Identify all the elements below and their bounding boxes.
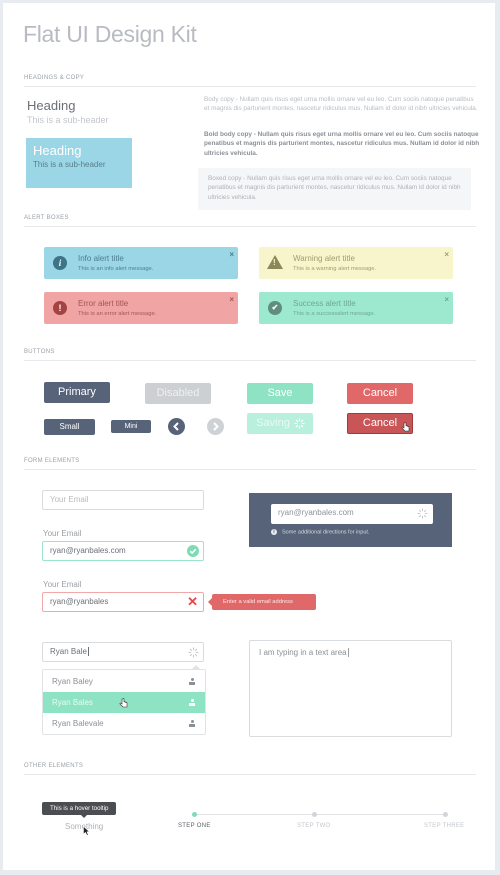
hover-tooltip: This is a hover tooltip	[42, 802, 117, 818]
warning-icon: !	[267, 255, 283, 269]
saving-label: Saving	[256, 417, 290, 429]
close-icon[interactable]: ×	[444, 295, 449, 304]
autocomplete-value: Ryan Bale	[50, 647, 87, 656]
section-divider	[24, 226, 476, 227]
spinner-icon	[417, 508, 428, 519]
alert-message: This is an error alert message.	[78, 311, 157, 317]
disabled-button: Disabled	[145, 383, 211, 404]
check-circle-icon	[187, 545, 199, 557]
alert-message: This is a warning alert message.	[293, 266, 377, 272]
chevron-left-icon	[173, 422, 179, 431]
warning-glyph: !	[273, 258, 276, 267]
email-value: ryan@ryanbales	[50, 597, 109, 606]
autocomplete-option[interactable]: Ryan Balevale	[43, 713, 205, 734]
option-label: Ryan Balevale	[52, 719, 104, 728]
text-caret	[87, 647, 89, 657]
alert-title: Error alert title	[78, 299, 129, 308]
check-icon: ✔	[268, 301, 282, 315]
save-button[interactable]: Save	[247, 383, 313, 404]
next-button[interactable]	[207, 418, 224, 435]
email-input-valid[interactable]: ryan@ryanbales.com	[42, 541, 204, 561]
close-icon[interactable]: ×	[229, 295, 234, 304]
dark-email-input[interactable]: ryan@ryanbales.com	[271, 504, 433, 524]
hand-cursor-icon	[401, 422, 410, 432]
heading-plain: Heading	[27, 98, 76, 113]
boxed-copy: Boxed copy - Nullam quis risus eget urna…	[198, 168, 471, 210]
step-dot-active[interactable]	[192, 812, 197, 817]
email-value: ryan@ryanbales.com	[50, 546, 126, 555]
option-label: Ryan Baley	[52, 677, 93, 686]
alert-title: Success alert title	[293, 299, 356, 308]
info-alert: i Info alert title This is an info alert…	[44, 247, 238, 279]
text-area[interactable]: I am typing in a text area	[249, 640, 452, 737]
email-label-invalid: Your Email	[43, 580, 82, 589]
success-alert: ✔ Success alert title This is a successa…	[259, 292, 453, 324]
autocomplete-option[interactable]: Ryan Baley	[43, 671, 205, 692]
hand-cursor-icon	[119, 698, 128, 708]
info-icon: i	[53, 256, 67, 270]
warning-alert: ! Warning alert title This is a warning …	[259, 247, 453, 279]
alert-message: This is a successalert message.	[293, 311, 376, 317]
cancel-button[interactable]: Cancel	[347, 383, 413, 404]
section-label-alerts: ALERT BOXES	[24, 215, 69, 221]
spinner-icon	[188, 647, 199, 658]
user-icon	[189, 699, 195, 706]
heading-box-title: Heading	[33, 143, 82, 158]
previous-button[interactable]	[168, 418, 185, 435]
spinner-icon	[294, 418, 305, 429]
step-label[interactable]: STEP THREE	[424, 823, 464, 829]
section-label-forms: FORM ELEMENTS	[24, 458, 80, 464]
text-caret	[347, 648, 349, 658]
error-icon: !	[53, 301, 67, 315]
step-label-active[interactable]: STEP ONE	[178, 823, 211, 829]
option-label: Ryan Bales	[52, 698, 93, 707]
help-text: Some additional directions for input.	[282, 529, 370, 536]
email-input-invalid[interactable]: ryan@ryanbales ✕	[42, 592, 204, 612]
alert-message: This is an info alert message.	[78, 266, 154, 272]
section-divider	[24, 469, 476, 470]
error-alert: ! Error alert title This is an error ale…	[44, 292, 238, 324]
validation-error-tooltip: Enter a valid email address	[208, 594, 316, 610]
section-label-buttons: BUTTONS	[24, 349, 55, 355]
user-icon	[189, 720, 195, 727]
section-label-other: OTHER ELEMENTS	[24, 763, 84, 769]
heading-box-subheader: This is a sub-header	[33, 160, 106, 169]
heading-box: Heading This is a sub-header	[26, 138, 132, 188]
info-icon: i	[271, 529, 277, 535]
primary-button[interactable]: Primary	[44, 382, 110, 403]
saving-button: Saving	[247, 413, 313, 434]
subheader-plain: This is a sub-header	[27, 115, 109, 125]
email-input-empty[interactable]: Your Email	[42, 490, 204, 510]
section-divider	[24, 774, 476, 775]
step-dot[interactable]	[443, 812, 448, 817]
section-divider	[24, 86, 476, 87]
dark-input-panel: ryan@ryanbales.com i Some additional dire…	[249, 493, 452, 547]
autocomplete-input[interactable]: Ryan Bale	[42, 642, 204, 662]
user-icon	[189, 678, 195, 685]
body-copy: Body copy - Nullam quis risus eget urna …	[204, 96, 478, 113]
bold-body-copy: Bold body copy - Nullam quis risus eget …	[204, 131, 480, 157]
design-kit-sheet: Flat UI Design Kit HEADINGS & COPY Headi…	[3, 3, 495, 870]
dark-input-value: ryan@ryanbales.com	[278, 508, 354, 517]
arrow-cursor-icon	[83, 826, 90, 836]
close-icon[interactable]: ×	[229, 250, 234, 259]
textarea-value: I am typing in a text area	[259, 648, 347, 657]
section-divider	[24, 360, 476, 361]
chevron-right-icon	[213, 422, 219, 431]
input-help-text: i Some additional directions for input.	[271, 529, 369, 535]
step-dot[interactable]	[312, 812, 317, 817]
page-title: Flat UI Design Kit	[23, 21, 197, 47]
close-icon[interactable]: ×	[444, 250, 449, 259]
section-label-headings: HEADINGS & COPY	[24, 75, 85, 81]
error-x-icon: ✕	[187, 594, 198, 609]
stepper-track	[197, 814, 447, 815]
email-label: Your Email	[43, 529, 82, 538]
mini-button[interactable]: Mini	[111, 420, 151, 433]
step-label[interactable]: STEP TWO	[297, 823, 331, 829]
alert-title: Warning alert title	[293, 254, 355, 263]
small-button[interactable]: Small	[44, 419, 95, 435]
alert-title: Info alert title	[78, 254, 124, 263]
